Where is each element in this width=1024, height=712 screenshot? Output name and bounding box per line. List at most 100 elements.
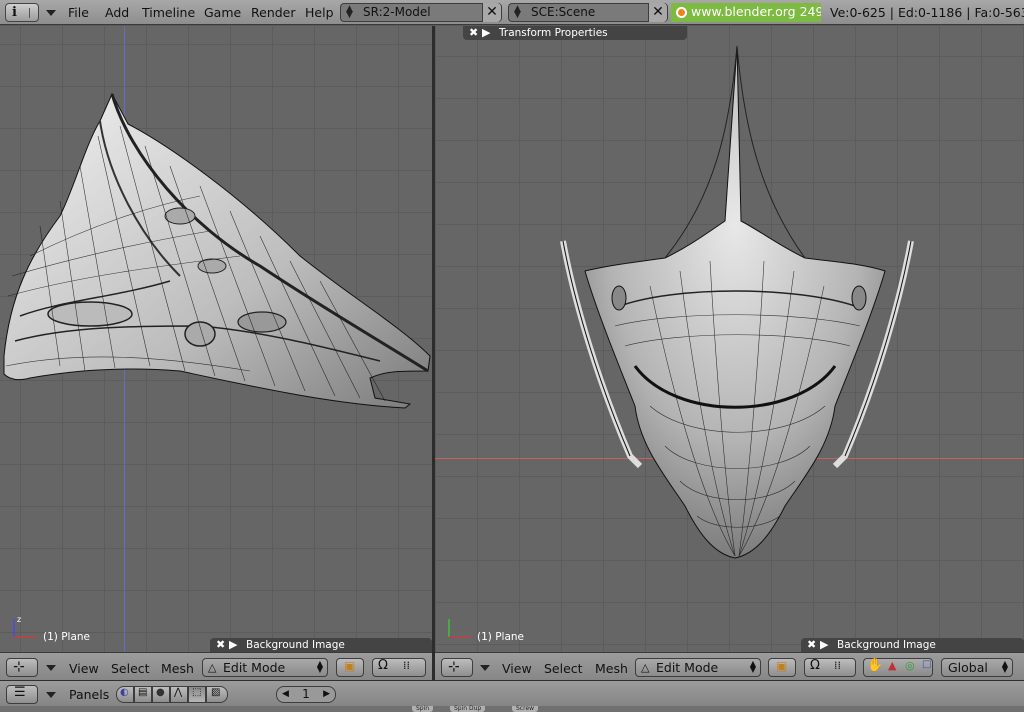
scene-selector[interactable]: ▲ ▼ SCE:Scene ✕ xyxy=(508,3,668,22)
updown-icon: ▲ ▼ xyxy=(1001,659,1008,674)
mode-selector[interactable]: △ Edit Mode ▲ ▼ xyxy=(202,658,328,677)
3d-viewport-right[interactable]: ✖ ▶ Transform Properties (1) Plane ✖ ▶ B… xyxy=(435,26,1024,652)
script-context-button[interactable]: ▤ xyxy=(134,686,152,703)
panel-title: Background Image xyxy=(246,639,345,651)
panel-close-icon[interactable]: ✖ ▶ xyxy=(807,638,829,652)
object-icon: ⋀ xyxy=(174,687,183,698)
logic-context-button[interactable]: ◐ xyxy=(116,686,134,703)
arrow-left-icon[interactable]: ◀ xyxy=(282,687,289,702)
menu-view[interactable]: View xyxy=(69,661,99,676)
view-header-left: ⊹ View Select Mesh △ Edit Mode ▲ ▼ ▣ Ω ⁞⁞ xyxy=(0,652,432,680)
list-icon: ☰ xyxy=(14,685,26,700)
updown-icon: ▲ ▼ xyxy=(346,4,353,20)
collapse-menus-icon[interactable] xyxy=(46,10,56,16)
editing-icon: ⬚ xyxy=(192,687,202,698)
mesh-side-view xyxy=(3,92,431,409)
background-image-panel[interactable]: ✖ ▶ Background Image xyxy=(210,638,432,652)
info-header: i File Add Timeline Game Render Help ▲ ▼ … xyxy=(0,0,1024,25)
menu-select[interactable]: Select xyxy=(544,661,583,676)
mode-selector[interactable]: △ Edit Mode ▲ ▼ xyxy=(635,658,761,677)
pacman-icon: ◐ xyxy=(120,687,129,698)
scale-icon[interactable]: □ xyxy=(922,659,931,670)
svg-text:z: z xyxy=(17,615,21,624)
grid-icon: ⁞⁞ xyxy=(834,659,841,672)
menu-game[interactable]: Game xyxy=(204,5,241,20)
menu-help[interactable]: Help xyxy=(305,5,334,20)
scene-context-button[interactable]: ▨ xyxy=(206,686,228,703)
screw-button[interactable]: Screw xyxy=(512,706,539,712)
spin-dup-button[interactable]: Spin Dup xyxy=(450,706,486,712)
axis-gizmo-icon: z xyxy=(10,613,40,643)
editor-type-button[interactable]: ⊹ xyxy=(6,658,38,677)
pivot-icon: Ω xyxy=(810,658,820,673)
buttons-window-header: ☰ Panels ◐ ▤ ● ⋀ ⬚ ▨ ◀ 1 ▶ xyxy=(0,680,1024,706)
object-context-button[interactable]: ⋀ xyxy=(170,686,188,703)
blender-url[interactable]: www.blender.org 249.2 xyxy=(671,3,821,22)
panel-close-icon[interactable]: ✖ ▶ xyxy=(216,638,238,652)
shading-context-button[interactable]: ● xyxy=(152,686,170,703)
arrow-right-icon[interactable]: ▶ xyxy=(323,687,330,702)
editing-context-button[interactable]: ⬚ xyxy=(188,686,206,703)
edit-mode-icon: △ xyxy=(208,661,217,674)
scene-name[interactable]: SCE:Scene xyxy=(531,5,595,19)
hand-icon[interactable]: ✋ xyxy=(867,658,883,673)
delete-scene-button[interactable]: ✕ xyxy=(648,3,667,22)
screen-name[interactable]: SR:2-Model xyxy=(363,5,431,19)
pivot-button[interactable]: Ω ⁞⁞ xyxy=(804,658,856,677)
menu-mesh[interactable]: Mesh xyxy=(595,661,628,676)
panels-label[interactable]: Panels xyxy=(69,687,109,702)
screen-selector[interactable]: ▲ ▼ SR:2-Model ✕ xyxy=(340,3,502,22)
view-header-right: ⊹ View Select Mesh △ Edit Mode ▲ ▼ ▣ Ω ⁞⁞… xyxy=(435,652,1024,680)
grid-icon: ⁞⁞ xyxy=(403,659,410,672)
mode-label: Edit Mode xyxy=(656,660,719,675)
cube-icon: ▣ xyxy=(344,659,356,673)
3d-viewport-left[interactable]: z (1) Plane ✖ ▶ Background Image xyxy=(0,26,432,652)
editor-type-button[interactable]: ⊹ xyxy=(441,658,473,677)
collapse-menus-icon[interactable] xyxy=(46,665,56,671)
collapse-menus-icon[interactable] xyxy=(46,692,56,698)
background-image-panel[interactable]: ✖ ▶ Background Image xyxy=(801,638,1024,652)
menu-view[interactable]: View xyxy=(502,661,532,676)
edit-mode-icon: △ xyxy=(641,661,650,674)
mode-label: Edit Mode xyxy=(223,660,286,675)
menu-render[interactable]: Render xyxy=(251,5,296,20)
crosshair-icon: ⊹ xyxy=(448,659,460,675)
manipulator-group: ✋ ▲ ◎ □ xyxy=(863,658,933,677)
sphere-icon: ● xyxy=(156,687,165,698)
menu-add[interactable]: Add xyxy=(105,5,129,20)
url-text: www.blender.org 249.2 xyxy=(691,4,821,19)
updown-icon: ▲ ▼ xyxy=(316,659,323,674)
pivot-button[interactable]: Ω ⁞⁞ xyxy=(372,658,426,677)
axis-gizmo-icon xyxy=(445,613,475,643)
editor-type-selector[interactable]: i xyxy=(5,3,39,22)
translate-icon[interactable]: ▲ xyxy=(888,659,896,672)
menu-file[interactable]: File xyxy=(68,5,89,20)
frame-number-field[interactable]: ◀ 1 ▶ xyxy=(276,686,336,703)
editor-type-button[interactable]: ☰ xyxy=(6,685,38,704)
collapse-menus-icon[interactable] xyxy=(480,665,490,671)
updown-icon: ▲ ▼ xyxy=(749,659,756,674)
updown-icon: ▲ ▼ xyxy=(514,4,521,20)
menu-select[interactable]: Select xyxy=(111,661,150,676)
object-label: (1) Plane xyxy=(43,631,91,643)
delete-screen-button[interactable]: ✕ xyxy=(482,3,501,22)
orientation-label: Global xyxy=(948,660,988,675)
draw-type-button[interactable]: ▣ xyxy=(768,658,796,677)
buttons-window-strip: Spin Spin Dup Screw xyxy=(0,706,1024,712)
panel-title: Background Image xyxy=(837,639,936,651)
menu-timeline[interactable]: Timeline xyxy=(142,5,195,20)
object-label: (1) Plane xyxy=(477,631,525,643)
mesh-top-view xyxy=(560,45,914,559)
orientation-selector[interactable]: Global ▲ ▼ xyxy=(941,658,1013,677)
frame-value: 1 xyxy=(302,687,310,701)
image-icon: ▨ xyxy=(211,687,221,698)
menu-mesh[interactable]: Mesh xyxy=(161,661,194,676)
draw-type-button[interactable]: ▣ xyxy=(336,658,364,677)
script-icon: ▤ xyxy=(138,687,148,698)
pivot-icon: Ω xyxy=(378,658,388,673)
mesh-stats: Ve:0-625 | Ed:0-1186 | Fa:0-563 xyxy=(830,5,1024,20)
spin-button[interactable]: Spin xyxy=(412,706,434,712)
crosshair-icon: ⊹ xyxy=(13,659,25,675)
blender-logo-icon xyxy=(676,7,687,18)
rotate-icon[interactable]: ◎ xyxy=(905,659,915,672)
